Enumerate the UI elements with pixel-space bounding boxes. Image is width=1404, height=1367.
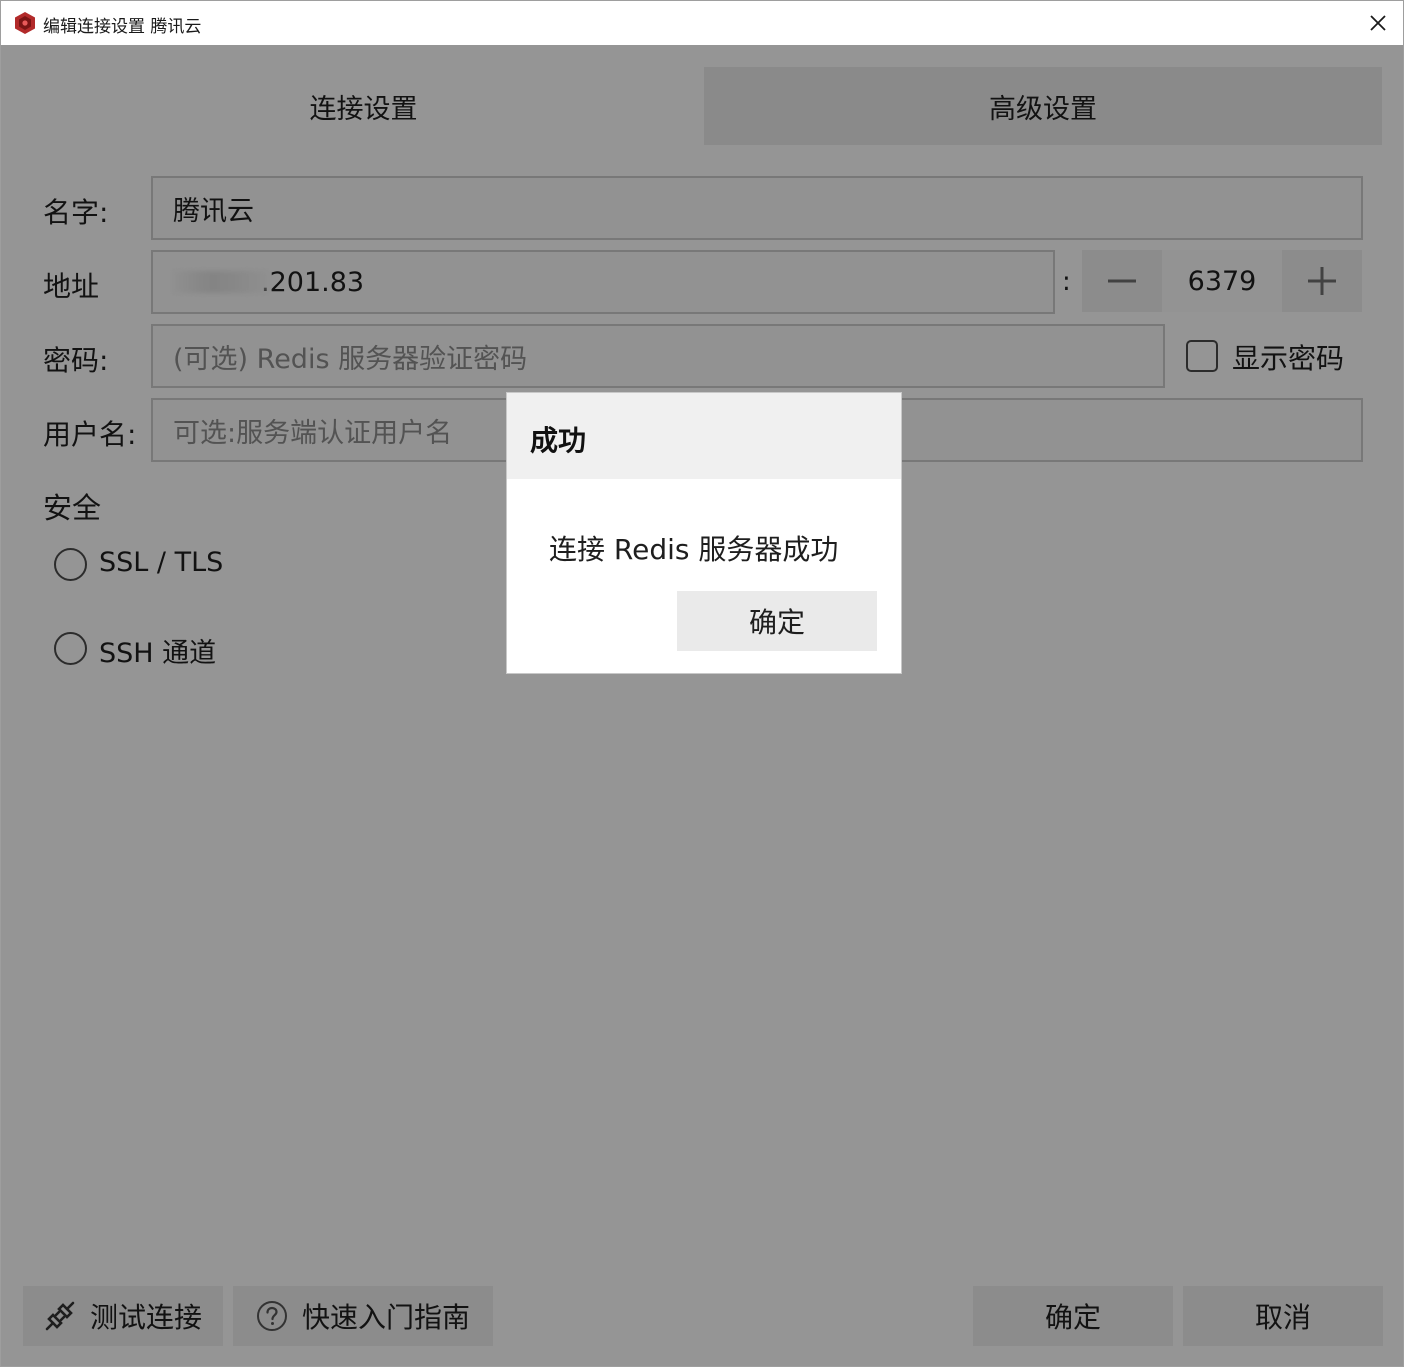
dialog-body: 连接设置 高级设置 名字: 腾讯云 地址 .201.83 : 6379 密码: …	[1, 45, 1403, 1366]
redis-logo-icon	[15, 12, 35, 34]
success-dialog-header: 成功	[507, 393, 901, 479]
close-icon[interactable]	[1365, 10, 1391, 36]
success-dialog-title: 成功	[530, 424, 587, 457]
success-dialog-message: 连接 Redis 服务器成功	[549, 533, 839, 566]
modal-overlay	[1, 45, 1403, 1366]
success-dialog: 成功 连接 Redis 服务器成功 确定	[506, 392, 902, 674]
success-dialog-ok-button[interactable]: 确定	[677, 591, 877, 651]
success-dialog-ok-label: 确定	[748, 606, 805, 639]
connection-settings-window: 编辑连接设置 腾讯云 连接设置 高级设置 名字: 腾讯云 地址 .201.83 …	[0, 0, 1404, 1367]
title-bar: 编辑连接设置 腾讯云	[1, 1, 1403, 45]
window-title: 编辑连接设置 腾讯云	[43, 17, 202, 37]
